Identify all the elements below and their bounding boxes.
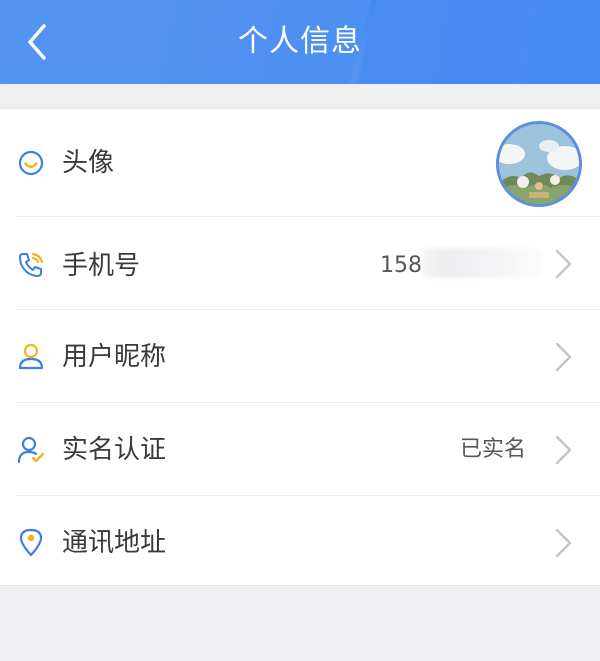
row-label-verification: 实名认证	[62, 435, 167, 465]
redacted-phone-digits	[422, 248, 542, 278]
row-address[interactable]: 通讯地址	[0, 496, 600, 586]
avatar-image	[499, 124, 579, 204]
phone-value: 158	[380, 253, 422, 278]
location-pin-icon	[16, 527, 46, 557]
top-bar: 个人信息	[0, 0, 600, 84]
chevron-right-icon	[555, 249, 572, 279]
chevron-right-icon	[555, 528, 572, 558]
row-label-avatar: 头像	[62, 148, 115, 178]
row-nickname[interactable]: 用户昵称	[0, 310, 600, 403]
verification-status: 已实名	[460, 437, 527, 462]
row-verification[interactable]: 实名认证 已实名	[0, 403, 600, 496]
avatar[interactable]	[496, 121, 582, 207]
row-label-address: 通讯地址	[62, 528, 167, 558]
chevron-right-icon	[555, 342, 572, 372]
row-label-nickname: 用户昵称	[62, 342, 167, 372]
user-verified-icon	[16, 435, 46, 465]
smile-circle-icon	[16, 148, 46, 178]
chevron-right-icon	[555, 435, 572, 465]
user-icon	[16, 342, 46, 372]
row-label-phone: 手机号	[62, 251, 141, 281]
profile-list: 头像 手机号 158 用户昵称 实名认证 已实名 通讯地址	[0, 108, 600, 586]
page-title: 个人信息	[238, 24, 362, 59]
phone-icon	[16, 250, 46, 280]
